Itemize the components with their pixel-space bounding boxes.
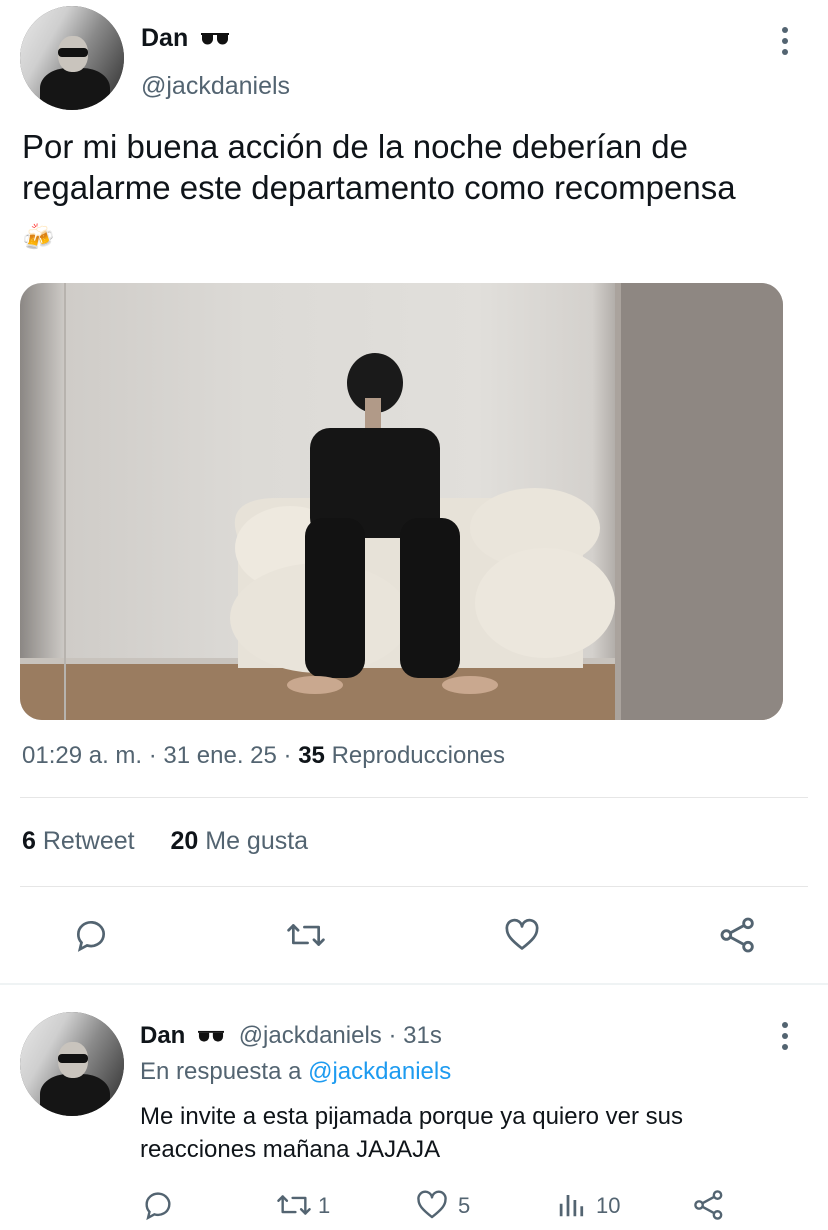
in-reply-to-label: En respuesta a <box>140 1058 302 1085</box>
sunglasses-icon <box>198 1031 225 1042</box>
reply-reply-button[interactable] <box>141 1188 175 1222</box>
reply-retweet-button[interactable] <box>275 1188 313 1222</box>
meta-separator: · <box>148 742 157 769</box>
photo-illustration <box>20 283 783 720</box>
reply-retweet-count: 1 <box>318 1193 331 1218</box>
reply-author-avatar[interactable] <box>20 1012 124 1116</box>
more-options-icon[interactable] <box>781 27 789 60</box>
sunglasses-icon <box>201 33 230 45</box>
section-divider <box>0 983 828 985</box>
author-name[interactable]: Dan <box>141 24 230 53</box>
reply-icon <box>145 1192 171 1221</box>
tweet-photo[interactable] <box>20 283 783 720</box>
retweets-count: 6 <box>22 827 36 855</box>
author-avatar[interactable] <box>20 6 124 110</box>
retweet-icon <box>287 924 325 946</box>
tweet-date: 31 ene. 25 <box>163 742 277 769</box>
likes-count: 20 <box>170 827 199 855</box>
reply-like-button[interactable] <box>414 1188 450 1222</box>
reply-icon <box>76 920 105 952</box>
reply-header: Dan @jackdaniels · 31s <box>140 1022 442 1050</box>
views-label: Reproducciones <box>331 742 506 769</box>
retweets-stat[interactable]: 6 Retweet <box>22 827 135 855</box>
in-reply-to: En respuesta a @jackdaniels <box>140 1058 451 1086</box>
likes-label: Me gusta <box>205 827 309 855</box>
beer-icon: 🍻 <box>22 222 54 253</box>
author-handle[interactable]: @jackdaniels <box>141 72 290 101</box>
reply-more-options-icon[interactable] <box>781 1022 789 1055</box>
tweet-time: 01:29 a. m. <box>22 742 143 769</box>
like-button[interactable] <box>502 916 542 954</box>
tweet-text: Por mi buena acción de la noche deberían… <box>22 128 736 206</box>
divider <box>20 797 808 798</box>
reply-button[interactable] <box>72 916 110 954</box>
retweets-label: Retweet <box>42 827 135 855</box>
views-icon <box>559 1195 584 1217</box>
reply-time: 31s <box>403 1022 442 1049</box>
meta-separator: · <box>283 742 292 769</box>
reply-views-button[interactable] <box>556 1190 586 1220</box>
share-button[interactable] <box>718 915 758 955</box>
reply-author-name[interactable]: Dan <box>140 1022 185 1049</box>
share-icon <box>694 1190 723 1220</box>
reply-separator: · <box>388 1022 397 1049</box>
in-reply-to-mention[interactable]: @jackdaniels <box>308 1058 451 1085</box>
like-icon <box>505 918 539 950</box>
divider <box>20 886 808 887</box>
reply-like-count: 5 <box>458 1193 471 1218</box>
author-name-text[interactable]: Dan <box>141 24 188 52</box>
tweet-meta: 01:29 a. m. · 31 ene. 25 · 35 Reproducci… <box>22 742 505 770</box>
tweet-stats: 6 Retweet 20 Me gusta <box>22 827 308 856</box>
share-icon <box>720 917 754 953</box>
like-icon <box>417 1190 447 1219</box>
reply-views-count: 10 <box>596 1193 621 1218</box>
retweet-button[interactable] <box>285 916 327 954</box>
retweet-icon <box>277 1195 311 1215</box>
views-count: 35 <box>298 742 325 769</box>
reply-text: Me invite a esta pijamada porque ya quie… <box>140 1103 683 1163</box>
reply-author-handle[interactable]: @jackdaniels <box>239 1022 382 1049</box>
beer-emoji: 🍻 <box>22 222 55 252</box>
likes-stat[interactable]: 20 Me gusta <box>170 827 308 855</box>
reply-share-button[interactable] <box>692 1188 726 1222</box>
